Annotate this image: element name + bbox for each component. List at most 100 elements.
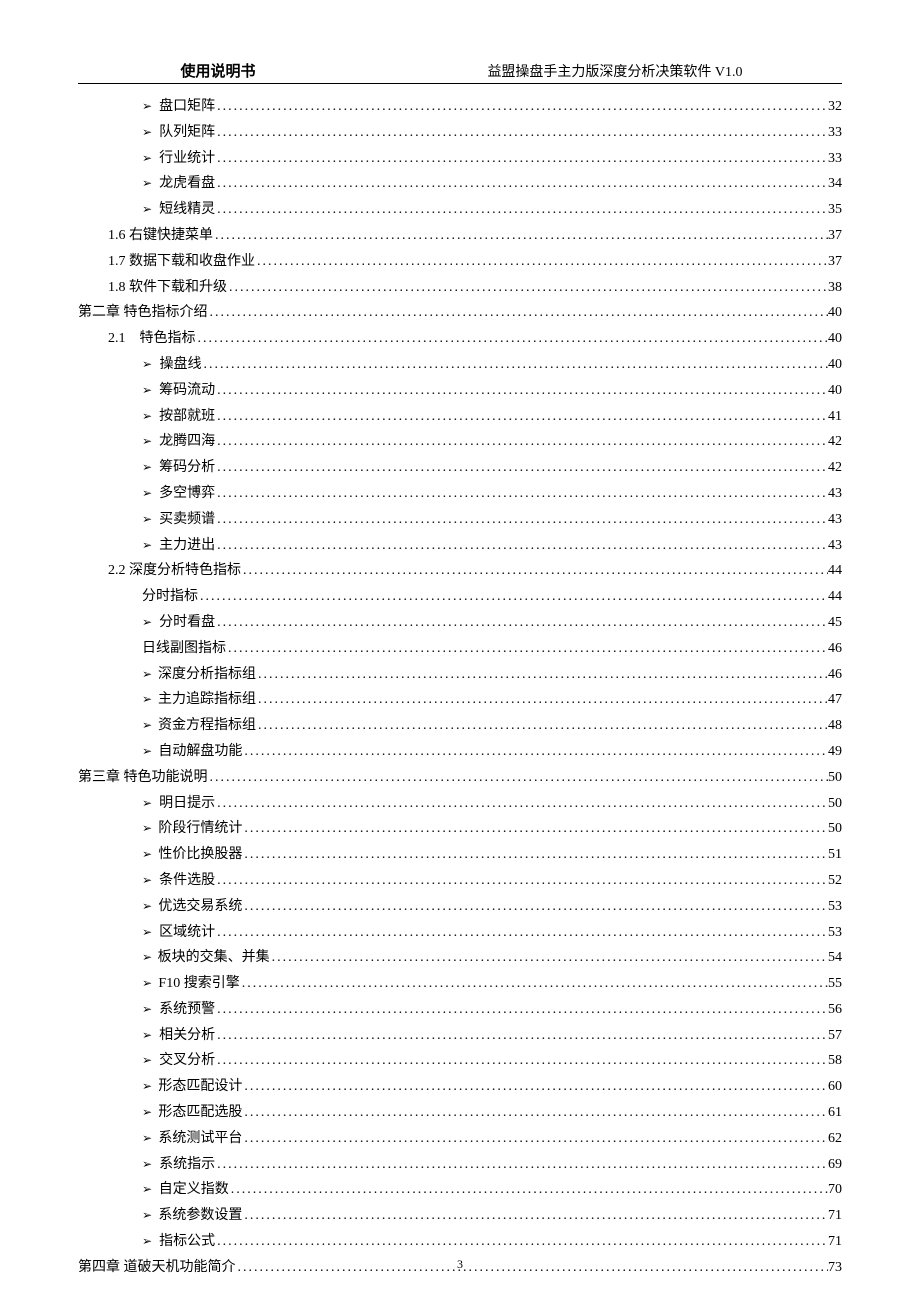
toc-entry[interactable]: 1.8 软件下载和升级38 [78,275,842,301]
toc-entry[interactable]: ➢形态匹配选股61 [78,1100,842,1126]
toc-entry[interactable]: ➢短线精灵35 [78,197,842,223]
toc-label: 系统预警 [159,997,215,1023]
toc-page-number: 53 [828,920,842,946]
toc-label: 1.8 软件下载和升级 [108,275,227,301]
toc-entry[interactable]: ➢龙虎看盘34 [78,171,842,197]
toc-entry[interactable]: ➢深度分析指标组46 [78,662,842,688]
toc-leader [215,481,828,507]
toc-label: 龙腾四海 [159,429,215,455]
bullet-icon: ➢ [142,429,159,455]
toc-entry[interactable]: ➢队列矩阵33 [78,120,842,146]
toc-entry[interactable]: ➢系统参数设置71 [78,1203,842,1229]
toc-label: 指标公式 [159,1229,215,1255]
toc-label: 买卖频谱 [159,507,215,533]
bullet-icon: ➢ [142,94,159,120]
toc-entry[interactable]: ➢行业统计33 [78,146,842,172]
toc-entry[interactable]: ➢区域统计53 [78,920,842,946]
toc-page-number: 53 [828,894,842,920]
bullet-icon: ➢ [142,816,158,842]
bullet-icon: ➢ [142,533,159,559]
toc-entry[interactable]: ➢系统指示69 [78,1152,842,1178]
toc-page-number: 48 [828,713,842,739]
toc-page-number: 37 [828,249,842,275]
toc-entry[interactable]: ➢相关分析57 [78,1023,842,1049]
toc-page-number: 40 [828,300,842,326]
toc-entry[interactable]: ➢操盘线40 [78,352,842,378]
toc-page-number: 42 [828,429,842,455]
toc-leader [242,1100,828,1126]
bullet-icon: ➢ [142,868,159,894]
toc-label: 系统参数设置 [158,1203,242,1229]
toc-page-number: 47 [828,687,842,713]
toc-entry[interactable]: ➢优选交易系统53 [78,894,842,920]
toc-page-number: 49 [828,739,842,765]
toc-entry[interactable]: ➢性价比换股器51 [78,842,842,868]
toc-entry[interactable]: ➢阶段行情统计50 [78,816,842,842]
toc-leader [208,300,829,326]
toc-leader [198,584,828,610]
toc-entry[interactable]: ➢自动解盘功能49 [78,739,842,765]
toc-entry[interactable]: ➢分时看盘45 [78,610,842,636]
toc-entry[interactable]: ➢买卖频谱43 [78,507,842,533]
toc-entry[interactable]: ➢交叉分析58 [78,1048,842,1074]
toc-label: 操盘线 [160,352,202,378]
bullet-icon: ➢ [142,920,159,946]
toc-entry[interactable]: 2.2 深度分析特色指标44 [78,558,842,584]
toc-entry[interactable]: ➢按部就班41 [78,404,842,430]
toc-label: 深度分析指标组 [158,662,256,688]
toc-leader [242,842,828,868]
toc-entry[interactable]: ➢资金方程指标组48 [78,713,842,739]
toc-leader [270,945,828,971]
toc-leader [215,868,828,894]
toc-label: 优选交易系统 [158,894,242,920]
toc-entry[interactable]: 分时指标44 [78,584,842,610]
toc-entry[interactable]: ➢指标公式71 [78,1229,842,1255]
bullet-icon: ➢ [142,455,159,481]
toc-entry[interactable]: 第二章 特色指标介绍40 [78,300,842,326]
bullet-icon: ➢ [142,404,159,430]
toc-entry[interactable]: ➢主力进出43 [78,533,842,559]
toc-page-number: 57 [828,1023,842,1049]
toc-entry[interactable]: 1.7 数据下载和收盘作业37 [78,249,842,275]
toc-label: 形态匹配设计 [158,1074,242,1100]
toc-page-number: 50 [828,791,842,817]
toc-entry[interactable]: ➢板块的交集、并集54 [78,945,842,971]
toc-entry[interactable]: ➢主力追踪指标组47 [78,687,842,713]
toc-entry[interactable]: ➢系统预警56 [78,997,842,1023]
bullet-icon: ➢ [142,1177,159,1203]
toc-label: 短线精灵 [159,197,215,223]
bullet-icon: ➢ [142,1100,158,1126]
toc-label: 多空博弈 [159,481,215,507]
toc-entry[interactable]: 2.1 特色指标40 [78,326,842,352]
page-number: 3 [0,1257,920,1272]
toc-entry[interactable]: ➢筹码流动40 [78,378,842,404]
toc-entry[interactable]: ➢自定义指数70 [78,1177,842,1203]
toc-entry[interactable]: ➢盘口矩阵32 [78,94,842,120]
toc-page-number: 34 [828,171,842,197]
header-right-title: 益盟操盘手主力版深度分析决策软件 V1.0 [358,61,842,81]
toc-label: 相关分析 [159,1023,215,1049]
toc-leader [226,636,828,662]
page-header: 使用说明书 益盟操盘手主力版深度分析决策软件 V1.0 [78,60,842,84]
toc-leader [215,197,828,223]
toc-label: 日线副图指标 [142,636,226,662]
toc-entry[interactable]: ➢系统测试平台62 [78,1126,842,1152]
toc-entry[interactable]: ➢形态匹配设计60 [78,1074,842,1100]
bullet-icon: ➢ [142,352,160,378]
toc-entry[interactable]: ➢明日提示50 [78,791,842,817]
toc-page-number: 54 [828,945,842,971]
toc-entry[interactable]: 日线副图指标46 [78,636,842,662]
toc-label: 分时指标 [142,584,198,610]
toc-entry[interactable]: ➢筹码分析42 [78,455,842,481]
toc-page-number: 69 [828,1152,842,1178]
toc-entry[interactable]: ➢龙腾四海 42 [78,429,842,455]
bullet-icon: ➢ [142,1126,158,1152]
toc-entry[interactable]: ➢条件选股52 [78,868,842,894]
document-page: 使用说明书 益盟操盘手主力版深度分析决策软件 V1.0 ➢盘口矩阵32➢队列矩阵… [0,0,920,1302]
toc-entry[interactable]: ➢多空博弈43 [78,481,842,507]
toc-page-number: 58 [828,1048,842,1074]
toc-leader [215,507,828,533]
toc-entry[interactable]: 1.6 右键快捷菜单37 [78,223,842,249]
toc-entry[interactable]: 第三章 特色功能说明50 [78,765,842,791]
toc-entry[interactable]: ➢F10 搜索引擎55 [78,971,842,997]
